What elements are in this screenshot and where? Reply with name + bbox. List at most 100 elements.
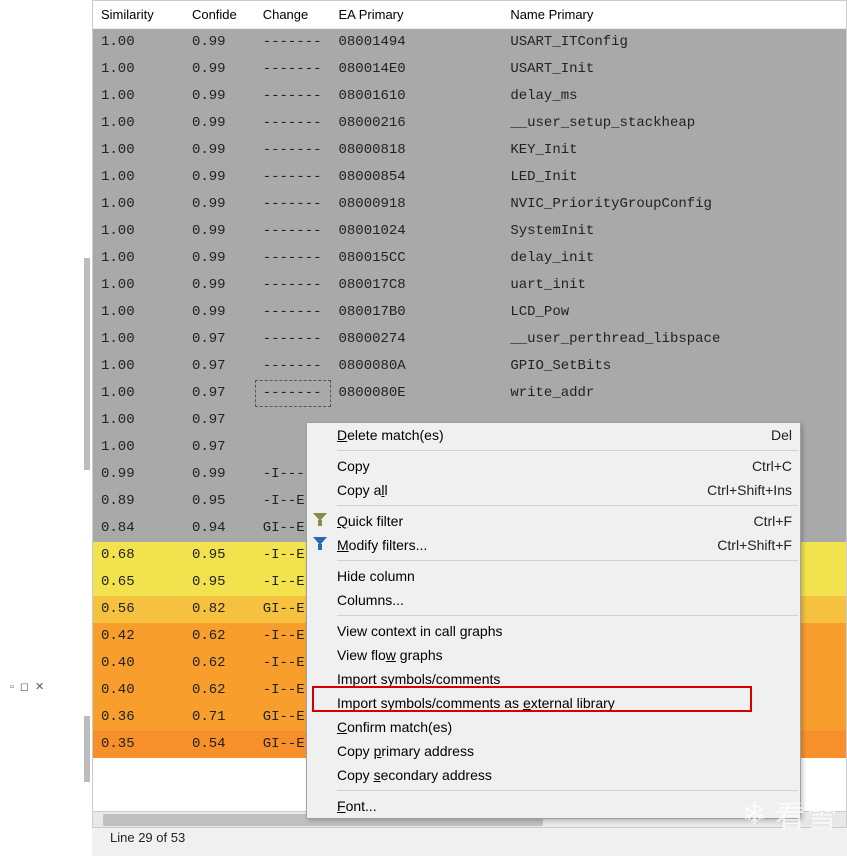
cell-chg[interactable]: ------- xyxy=(255,191,331,218)
cell-conf[interactable]: 0.97 xyxy=(184,380,255,407)
menu-import-symbols[interactable]: Import symbols/comments xyxy=(307,667,800,691)
menu-import-external[interactable]: Import symbols/comments as external libr… xyxy=(307,691,800,715)
column-header[interactable]: EA Primary xyxy=(331,1,503,29)
menu-font[interactable]: Font... xyxy=(307,794,800,818)
cell-sim[interactable]: 0.35 xyxy=(93,731,184,758)
table-row[interactable]: 1.000.99-------080015CCdelay_init xyxy=(93,245,846,272)
cell-ea[interactable]: 0800080E xyxy=(331,380,503,407)
cell-ea[interactable]: 08000854 xyxy=(331,164,503,191)
cell-ea[interactable]: 08001610 xyxy=(331,83,503,110)
cell-sim[interactable]: 1.00 xyxy=(93,83,184,110)
cell-conf[interactable]: 0.99 xyxy=(184,218,255,245)
cell-chg[interactable]: ------- xyxy=(255,56,331,83)
cell-chg[interactable]: ------- xyxy=(255,83,331,110)
cell-conf[interactable]: 0.95 xyxy=(184,569,255,596)
cell-chg[interactable]: ------- xyxy=(255,218,331,245)
cell-conf[interactable]: 0.99 xyxy=(184,83,255,110)
cell-chg[interactable]: ------- xyxy=(255,164,331,191)
cell-conf[interactable]: 0.97 xyxy=(184,326,255,353)
cell-conf[interactable]: 0.97 xyxy=(184,353,255,380)
cell-sim[interactable]: 0.42 xyxy=(93,623,184,650)
menu-confirm-match[interactable]: Confirm match(es) xyxy=(307,715,800,739)
cell-sim[interactable]: 1.00 xyxy=(93,353,184,380)
menu-view-flow[interactable]: View flow graphs xyxy=(307,643,800,667)
cell-conf[interactable]: 0.99 xyxy=(184,137,255,164)
column-header[interactable]: Similarity xyxy=(93,1,184,29)
cell-conf[interactable]: 0.62 xyxy=(184,623,255,650)
scrollbar-thumb-2[interactable] xyxy=(84,716,90,782)
cell-conf[interactable]: 0.99 xyxy=(184,272,255,299)
column-header[interactable]: Change xyxy=(255,1,331,29)
cell-chg[interactable]: ------- xyxy=(255,137,331,164)
cell-ea[interactable]: 08001024 xyxy=(331,218,503,245)
cell-sim[interactable]: 0.84 xyxy=(93,515,184,542)
cell-name[interactable]: __user_perthread_libspace xyxy=(502,326,846,353)
cell-name[interactable]: delay_init xyxy=(502,245,846,272)
table-row[interactable]: 1.000.99-------08000918NVIC_PriorityGrou… xyxy=(93,191,846,218)
menu-delete-match[interactable]: Delete match(es) Del xyxy=(307,423,800,447)
cell-chg[interactable]: ------- xyxy=(255,326,331,353)
cell-conf[interactable]: 0.99 xyxy=(184,245,255,272)
cell-chg[interactable]: ------- xyxy=(255,110,331,137)
cell-conf[interactable]: 0.97 xyxy=(184,407,255,434)
cell-sim[interactable]: 1.00 xyxy=(93,272,184,299)
cell-sim[interactable]: 0.89 xyxy=(93,488,184,515)
column-header[interactable]: Confide xyxy=(184,1,255,29)
cell-name[interactable]: USART_ITConfig xyxy=(502,29,846,56)
table-row[interactable]: 1.000.99-------08001494USART_ITConfig xyxy=(93,29,846,56)
menu-quick-filter[interactable]: Quick filterCtrl+F xyxy=(307,509,800,533)
cell-conf[interactable]: 0.99 xyxy=(184,29,255,56)
cell-name[interactable]: GPIO_SetBits xyxy=(502,353,846,380)
cell-sim[interactable]: 1.00 xyxy=(93,191,184,218)
cell-chg[interactable]: ------- xyxy=(255,272,331,299)
menu-columns[interactable]: Columns... xyxy=(307,588,800,612)
cell-name[interactable]: SystemInit xyxy=(502,218,846,245)
cell-sim[interactable]: 0.36 xyxy=(93,704,184,731)
table-row[interactable]: 1.000.99-------080014E0USART_Init xyxy=(93,56,846,83)
cell-chg[interactable]: ------- xyxy=(255,29,331,56)
table-row[interactable]: 1.000.99-------080017B0LCD_Pow xyxy=(93,299,846,326)
cell-sim[interactable]: 0.56 xyxy=(93,596,184,623)
cell-sim[interactable]: 1.00 xyxy=(93,110,184,137)
scrollbar-thumb[interactable] xyxy=(84,258,90,470)
cell-ea[interactable]: 08000818 xyxy=(331,137,503,164)
dock-max-icon[interactable]: ◻ xyxy=(20,680,29,693)
table-row[interactable]: 1.000.99-------08000854LED_Init xyxy=(93,164,846,191)
table-row[interactable]: 1.000.97-------08000274__user_perthread_… xyxy=(93,326,846,353)
cell-name[interactable]: __user_setup_stackheap xyxy=(502,110,846,137)
cell-chg[interactable]: ------- xyxy=(255,353,331,380)
cell-sim[interactable]: 1.00 xyxy=(93,245,184,272)
cell-ea[interactable]: 08000918 xyxy=(331,191,503,218)
cell-ea[interactable]: 08001494 xyxy=(331,29,503,56)
cell-sim[interactable]: 1.00 xyxy=(93,29,184,56)
table-row[interactable]: 1.000.97-------0800080AGPIO_SetBits xyxy=(93,353,846,380)
cell-ea[interactable]: 080017C8 xyxy=(331,272,503,299)
cell-name[interactable]: LCD_Pow xyxy=(502,299,846,326)
menu-copy[interactable]: CopyCtrl+C xyxy=(307,454,800,478)
cell-chg[interactable]: ------- xyxy=(255,380,331,407)
cell-conf[interactable]: 0.82 xyxy=(184,596,255,623)
cell-conf[interactable]: 0.54 xyxy=(184,731,255,758)
cell-conf[interactable]: 0.62 xyxy=(184,650,255,677)
menu-copy-secondary[interactable]: Copy secondary address xyxy=(307,763,800,787)
cell-sim[interactable]: 1.00 xyxy=(93,137,184,164)
cell-conf[interactable]: 0.99 xyxy=(184,110,255,137)
cell-sim[interactable]: 1.00 xyxy=(93,326,184,353)
table-row[interactable]: 1.000.99-------080017C8uart_init xyxy=(93,272,846,299)
cell-sim[interactable]: 1.00 xyxy=(93,218,184,245)
cell-chg[interactable]: ------- xyxy=(255,299,331,326)
table-row[interactable]: 1.000.99-------08000818KEY_Init xyxy=(93,137,846,164)
cell-conf[interactable]: 0.97 xyxy=(184,434,255,461)
cell-chg[interactable]: ------- xyxy=(255,245,331,272)
cell-conf[interactable]: 0.99 xyxy=(184,56,255,83)
cell-sim[interactable]: 0.40 xyxy=(93,677,184,704)
cell-sim[interactable]: 1.00 xyxy=(93,434,184,461)
cell-sim[interactable]: 1.00 xyxy=(93,56,184,83)
cell-conf[interactable]: 0.62 xyxy=(184,677,255,704)
cell-conf[interactable]: 0.94 xyxy=(184,515,255,542)
table-row[interactable]: 1.000.99-------08001024SystemInit xyxy=(93,218,846,245)
column-header[interactable]: Name Primary xyxy=(502,1,846,29)
table-row[interactable]: 1.000.99-------08000216__user_setup_stac… xyxy=(93,110,846,137)
cell-sim[interactable]: 1.00 xyxy=(93,407,184,434)
table-row[interactable]: 1.000.97-------0800080Ewrite_addr xyxy=(93,380,846,407)
